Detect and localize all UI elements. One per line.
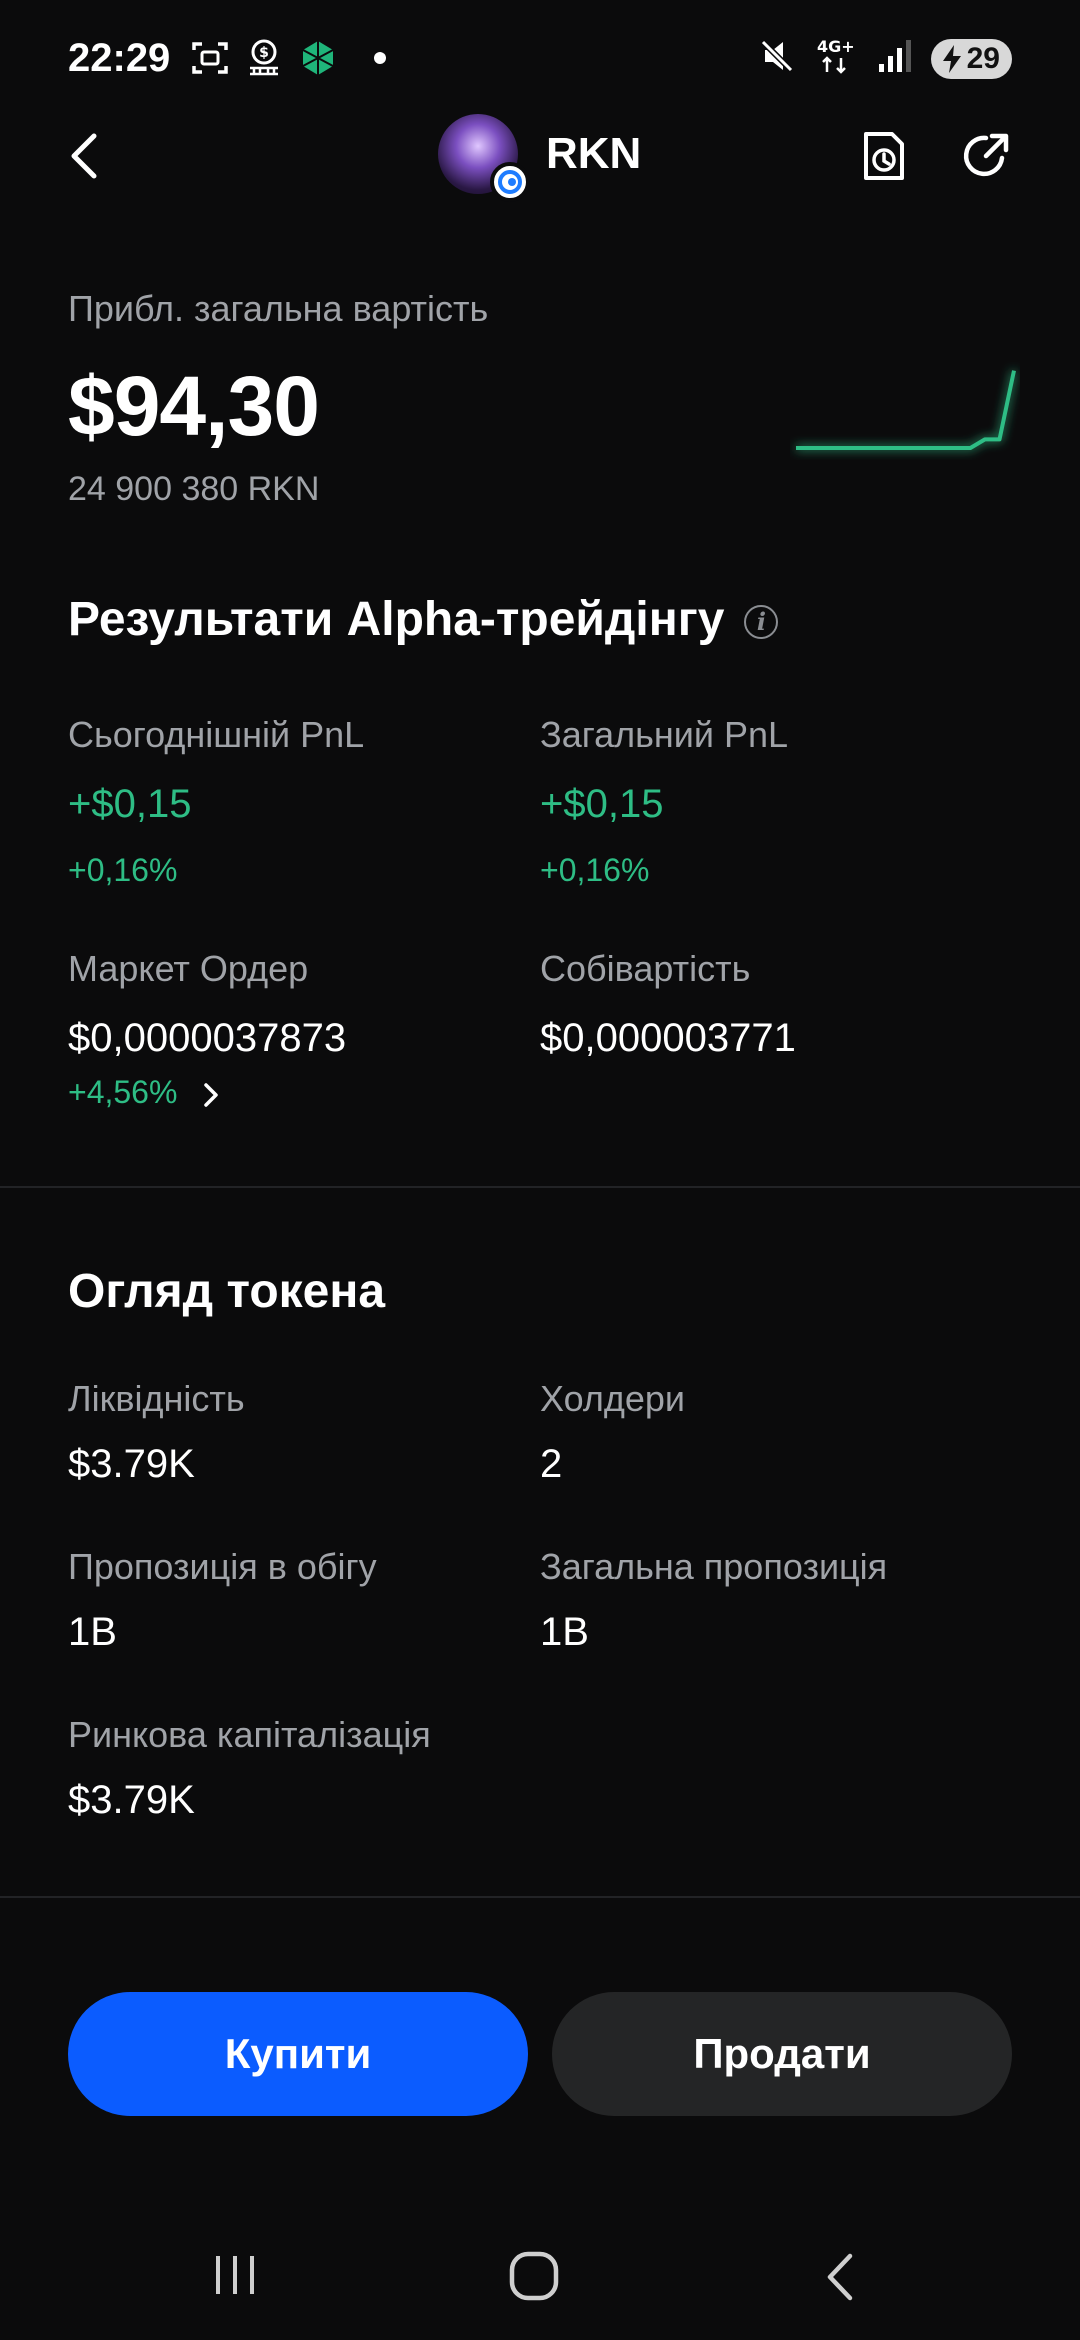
chain-badge-icon (490, 162, 530, 202)
today-pnl-value: +$0,15 (68, 782, 192, 826)
status-bar: 22:29 $ 4G+ 29 (0, 0, 1080, 120)
svg-text:$: $ (259, 45, 269, 61)
svg-text:4G+: 4G+ (817, 37, 855, 56)
holders-label: Холдери (540, 1378, 686, 1419)
status-icons-right: 4G+ 29 (757, 36, 1012, 81)
info-icon[interactable]: i (744, 605, 779, 640)
alpha-results-title-text: Результати Alpha-трейдінгу (68, 593, 725, 646)
total-value-amount: $94,30 (68, 359, 320, 453)
token-title: RKN (438, 114, 642, 202)
signal-icon (877, 36, 913, 81)
market-order-percent: +4,56% (68, 1074, 178, 1110)
market-order-label: Маркет Ордер (68, 948, 309, 989)
mute-icon (757, 36, 797, 81)
liquidity-value: $3.79K (68, 1442, 195, 1486)
total-pnl-value: +$0,15 (540, 782, 664, 826)
dot-icon (374, 52, 386, 64)
token-overview-title: Огляд токена (68, 1265, 386, 1318)
total-pnl-percent: +0,16% (540, 852, 650, 888)
network-4g-icon: 4G+ (815, 36, 859, 81)
status-icons-left: $ (190, 38, 386, 78)
token-symbol: RKN (546, 129, 642, 178)
total-supply-label: Загальна пропозиція (540, 1546, 888, 1587)
money-bag-icon: $ (244, 38, 284, 78)
buy-button[interactable]: Купити (68, 1992, 528, 2116)
history-icon (864, 132, 904, 180)
alpha-results-title: Результати Alpha-трейдінгу i (68, 592, 779, 647)
system-nav-bar (0, 2220, 1080, 2340)
header: RKN (0, 110, 1080, 202)
sell-button[interactable]: Продати (552, 1992, 1012, 2116)
holders-value: 2 (540, 1442, 563, 1486)
total-pnl-label: Загальний PnL (540, 714, 789, 755)
circulating-supply-value: 1B (68, 1610, 117, 1654)
cost-basis-label: Собівартість (540, 948, 751, 989)
market-cap-label: Ринкова капіталізація (68, 1714, 431, 1755)
total-supply-value: 1B (540, 1610, 589, 1654)
screenshot-icon (190, 38, 230, 78)
value-sparkline (796, 370, 1016, 450)
market-change-link[interactable]: +4,56% (68, 1074, 220, 1111)
chevron-right-icon (204, 1082, 219, 1107)
divider (0, 1186, 1080, 1188)
back-arrow-icon (71, 133, 97, 179)
circulating-supply-label: Пропозиція в обігу (68, 1546, 377, 1587)
battery-icon: 29 (930, 38, 1012, 79)
cost-basis-value: $0,000003771 (540, 1016, 796, 1060)
system-back-button[interactable] (820, 2252, 860, 2307)
back-button[interactable] (60, 128, 110, 184)
home-button[interactable] (508, 2250, 560, 2307)
recent-apps-button[interactable] (212, 2252, 258, 2303)
token-quantity: 24 900 380 RKN (68, 470, 320, 508)
status-time: 22:29 (68, 36, 171, 80)
battery-level: 29 (966, 41, 1000, 75)
market-cap-value: $3.79K (68, 1778, 195, 1822)
crypto-app-icon (298, 38, 338, 78)
liquidity-label: Ліквідність (68, 1378, 245, 1419)
market-order-value: $0,0000037873 (68, 1016, 347, 1060)
share-icon (963, 133, 1009, 177)
share-button[interactable] (958, 128, 1014, 184)
home-icon (509, 2251, 559, 2301)
total-value-label: Прибл. загальна вартість (68, 288, 489, 329)
today-pnl-label: Сьогоднішній PnL (68, 714, 365, 755)
divider (0, 1896, 1080, 1898)
today-pnl-percent: +0,16% (68, 852, 178, 888)
history-button[interactable] (858, 128, 910, 184)
token-avatar (438, 114, 530, 202)
recent-apps-icon (216, 2256, 254, 2294)
system-back-icon (827, 2253, 853, 2301)
